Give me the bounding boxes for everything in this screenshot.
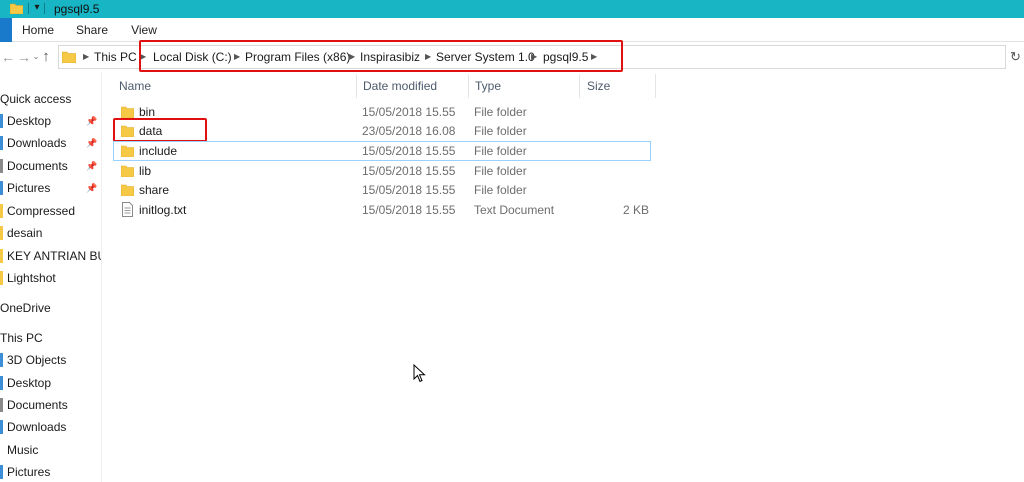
pin-icon[interactable]: 📌 (86, 111, 97, 131)
file-name: lib (139, 164, 152, 178)
tab-view[interactable]: View (120, 18, 168, 42)
file-row[interactable]: data 23/05/2018 16.08 File folder (113, 121, 651, 141)
back-arrow-icon[interactable]: ← (0, 47, 16, 67)
folder-icon (121, 106, 134, 118)
documents-icon (0, 159, 3, 173)
nav-onedrive[interactable]: OneDrive (0, 298, 51, 318)
file-size (583, 161, 649, 181)
tab-file[interactable] (0, 18, 12, 42)
file-name: data (139, 124, 163, 138)
file-type: File folder (474, 124, 527, 138)
file-row[interactable]: lib 15/05/2018 15.55 File folder (113, 161, 651, 181)
pin-icon[interactable]: 📌 (86, 133, 97, 153)
desktop-icon (0, 376, 3, 390)
file-date: 15/05/2018 15.55 (362, 144, 456, 158)
pin-icon[interactable]: 📌 (86, 178, 97, 198)
folder-icon (10, 3, 23, 14)
file-name: bin (139, 105, 156, 119)
folder-icon (62, 51, 76, 63)
column-separator[interactable] (579, 74, 580, 98)
column-separator[interactable] (356, 74, 357, 98)
file-date: 15/05/2018 15.55 (362, 183, 456, 197)
file-row[interactable]: include 15/05/2018 15.55 File folder (113, 141, 651, 161)
quick-access-toolbar-dropdown-icon[interactable]: ▾ (32, 1, 42, 15)
file-size (583, 180, 649, 200)
folder-icon (0, 271, 3, 285)
file-row[interactable]: share 15/05/2018 15.55 File folder (113, 180, 651, 200)
file-date: 15/05/2018 15.55 (362, 164, 456, 178)
column-header-date[interactable]: Date modified (363, 74, 437, 98)
downloads-icon (0, 420, 3, 434)
navigation-pane: Quick access Desktop 📌 Downloads 📌 Docum… (0, 72, 102, 482)
tab-home[interactable]: Home (12, 18, 64, 42)
nav-quick-access[interactable]: Quick access (0, 89, 71, 109)
title-divider (28, 3, 29, 14)
ribbon-tabs: Home Share View (0, 18, 1024, 42)
file-size: 2 KB (622, 203, 649, 217)
column-separator[interactable] (468, 74, 469, 98)
pictures-icon (0, 181, 3, 195)
file-size (583, 141, 649, 161)
file-name: include (139, 144, 178, 158)
breadcrumb-this-pc[interactable]: This PC (94, 46, 137, 68)
file-type: File folder (474, 164, 527, 178)
text-file-icon (122, 202, 133, 217)
up-arrow-icon[interactable]: ↑ (38, 47, 54, 67)
refresh-icon[interactable]: ↻ (1010, 50, 1024, 64)
nav-this-pc[interactable]: This PC (0, 328, 43, 348)
file-type: File folder (474, 105, 527, 119)
file-date: 15/05/2018 15.55 (362, 203, 456, 217)
tab-share[interactable]: Share (64, 18, 120, 42)
music-icon (0, 443, 3, 457)
title-bar: ▾ pgsql9.5 (0, 0, 1024, 18)
column-header-size[interactable]: Size (587, 74, 610, 98)
file-size (583, 121, 649, 141)
documents-icon (0, 398, 3, 412)
file-type: File folder (474, 183, 527, 197)
folder-icon (0, 204, 3, 218)
file-type: Text Document (474, 203, 555, 217)
3d-objects-icon (0, 353, 3, 367)
file-name: initlog.txt (139, 203, 187, 217)
downloads-icon (0, 136, 3, 150)
pin-icon[interactable]: 📌 (86, 156, 97, 176)
annotation-highlight-path (139, 40, 623, 72)
folder-icon (121, 184, 134, 196)
folder-icon (0, 226, 3, 240)
column-separator[interactable] (655, 74, 656, 98)
folder-icon (121, 145, 134, 157)
file-date: 15/05/2018 15.55 (362, 105, 456, 119)
file-row[interactable]: initlog.txt 15/05/2018 15.55 Text Docume… (113, 200, 651, 220)
file-date: 23/05/2018 16.08 (362, 124, 456, 138)
breadcrumb-separator-icon[interactable]: ▶ (83, 46, 89, 68)
column-header-type[interactable]: Type (475, 74, 501, 98)
mouse-cursor-icon (413, 364, 426, 383)
file-size (583, 102, 649, 122)
title-divider (44, 3, 45, 14)
desktop-icon (0, 114, 3, 128)
folder-icon (121, 125, 134, 137)
pictures-icon (0, 465, 3, 479)
folder-icon (0, 249, 3, 263)
file-type: File folder (474, 144, 527, 158)
column-header-name[interactable]: Name (119, 74, 151, 98)
folder-icon (121, 165, 134, 177)
file-row[interactable]: bin 15/05/2018 15.55 File folder (113, 102, 651, 122)
file-name: share (139, 183, 170, 197)
window-title: pgsql9.5 (54, 2, 100, 16)
